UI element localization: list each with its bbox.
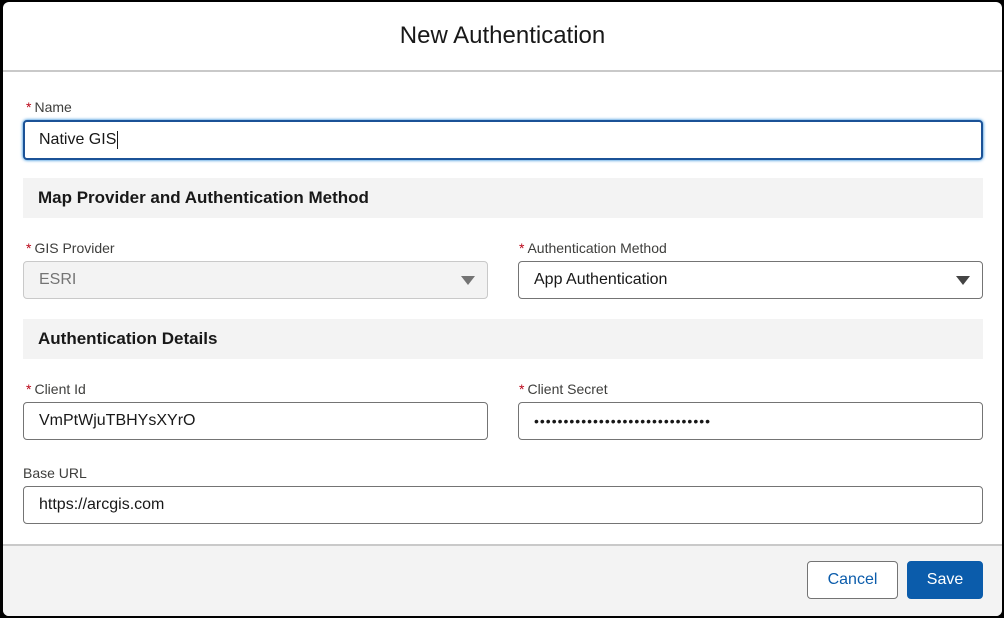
client-secret-masked-value: •••••••••••••••••••••••••••••• [534,413,712,429]
required-marker: * [519,381,525,397]
section-auth-details-title: Authentication Details [38,329,218,348]
text-cursor [117,131,119,149]
section-map-provider: Map Provider and Authentication Method [23,178,983,218]
auth-method-value: App Authentication [534,271,668,288]
gis-provider-select: ESRI [23,261,488,299]
base-url-label: Base URL [23,465,87,481]
dialog-header: New Authentication [3,2,1002,72]
section-auth-details: Authentication Details [23,319,983,359]
client-secret-input[interactable]: •••••••••••••••••••••••••••••• [518,402,983,440]
dialog-footer: Cancel Save [3,544,1002,616]
client-id-value: VmPtWjuTBHYsXYrO [39,412,196,429]
client-id-label: * Client Id [26,381,86,397]
base-url-input[interactable]: https://arcgis.com [23,486,983,524]
gis-provider-label: * GIS Provider [26,240,115,256]
cancel-button[interactable]: Cancel [807,561,898,599]
auth-method-select[interactable]: App Authentication [518,261,983,299]
dialog-title: New Authentication [399,22,606,49]
name-input[interactable]: Native GIS [23,120,983,160]
new-authentication-dialog: New Authentication * Name Native GIS Map … [3,2,1002,616]
required-marker: * [26,99,32,115]
client-secret-label: * Client Secret [519,381,608,397]
name-input-value: Native GIS [39,131,117,148]
chevron-down-icon [956,276,970,285]
name-label: * Name [26,99,72,115]
base-url-value: https://arcgis.com [39,496,165,513]
section-map-provider-title: Map Provider and Authentication Method [38,188,369,207]
required-marker: * [519,240,525,256]
gis-provider-value: ESRI [39,271,77,288]
save-button[interactable]: Save [907,561,983,599]
required-marker: * [26,381,32,397]
client-id-input[interactable]: VmPtWjuTBHYsXYrO [23,402,488,440]
auth-method-label: * Authentication Method [519,240,667,256]
chevron-down-icon [461,276,475,285]
required-marker: * [26,240,32,256]
